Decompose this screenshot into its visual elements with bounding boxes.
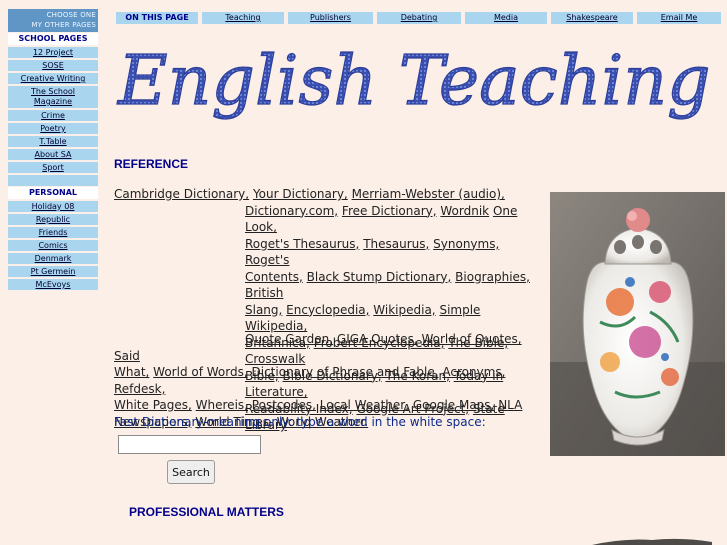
dictionary-search-button[interactable]: Search bbox=[167, 460, 215, 484]
top-navigation: ON THIS PAGE Teaching Publishers Debatin… bbox=[116, 12, 727, 25]
sidebar-item-school-magazine-line-2: Magazine bbox=[33, 97, 73, 106]
reference-line-2: Dictionary.com, Free Dictionary, Wordnik… bbox=[114, 203, 546, 236]
sidebar-item-school-magazine[interactable]: The School Magazine bbox=[8, 86, 98, 108]
sidebar-item-sose[interactable]: SOSE bbox=[8, 60, 98, 71]
lid-knob-petal bbox=[627, 211, 637, 221]
jar-blue-detail-2 bbox=[661, 353, 669, 361]
sidebar-item-poetry[interactable]: Poetry bbox=[8, 123, 98, 134]
sidebar-header: CHOOSE ONE MY OTHER PAGES bbox=[8, 9, 98, 32]
ginger-jar-photo bbox=[550, 192, 725, 456]
link-your-dictionary[interactable]: Your Dictionary, bbox=[253, 187, 348, 201]
link-encyclopedia[interactable]: Encyclopedia, bbox=[286, 303, 369, 317]
sidebar-item-crime[interactable]: Crime bbox=[8, 110, 98, 121]
link-biographies[interactable]: Biographies, bbox=[455, 270, 530, 284]
reference-line-4: Contents, Black Stump Dictionary, Biogra… bbox=[114, 269, 546, 302]
sidebar-item-about-sa[interactable]: About SA bbox=[8, 149, 98, 160]
link-dictionary-com[interactable]: Dictionary.com, bbox=[245, 204, 338, 218]
reference-heading: REFERENCE bbox=[114, 157, 189, 171]
jar-flower-4 bbox=[600, 352, 620, 372]
nav-teaching[interactable]: Teaching bbox=[202, 12, 284, 24]
link-postcodes[interactable]: Postcodes, bbox=[252, 398, 316, 412]
link-british-slang-a[interactable]: British bbox=[245, 286, 283, 300]
sidebar-item-mcevoys[interactable]: McEvoys bbox=[8, 279, 98, 290]
professional-matters-heading: PROFESSIONAL MATTERS bbox=[129, 505, 284, 519]
dictionary-search-input[interactable] bbox=[118, 435, 261, 454]
link-said-what-b[interactable]: What, bbox=[114, 365, 149, 379]
link-phrase-and-fable[interactable]: Dictionary of Phrase and Fable, bbox=[252, 365, 439, 379]
reference-line-1: Cambridge Dictionary, Your Dictionary, M… bbox=[114, 186, 546, 203]
link-cambridge-dictionary[interactable]: Cambridge Dictionary, bbox=[114, 187, 249, 201]
link-rogets-contents-b[interactable]: Contents, bbox=[245, 270, 303, 284]
link-white-pages[interactable]: White Pages, bbox=[114, 398, 192, 412]
sidebar-item-school-magazine-line-1: The School bbox=[31, 87, 75, 96]
lid-hole-2 bbox=[632, 235, 644, 249]
link-free-dictionary[interactable]: Free Dictionary, bbox=[342, 204, 437, 218]
link-world-of-words[interactable]: World of Words, bbox=[153, 365, 248, 379]
sidebar-spacer bbox=[8, 175, 98, 186]
partial-photo-shape bbox=[592, 538, 712, 545]
jar-flower-5 bbox=[661, 368, 679, 386]
sidebar-item-creative-writing[interactable]: Creative Writing bbox=[8, 73, 98, 84]
link-local-weather[interactable]: Local Weather, bbox=[320, 398, 409, 412]
lid-hole-3 bbox=[650, 240, 662, 254]
link-merriam-webster[interactable]: Merriam-Webster (audio), bbox=[352, 187, 505, 201]
nav-publishers[interactable]: Publishers bbox=[288, 12, 373, 24]
nav-media[interactable]: Media bbox=[465, 12, 547, 24]
quotes-line-2: What, World of Words, Dictionary of Phra… bbox=[114, 364, 546, 397]
link-rogets-contents-a[interactable]: Roget's bbox=[245, 253, 289, 267]
reference-line-3: Roget's Thesaurus, Thesaurus, Synonyms, … bbox=[114, 236, 546, 269]
link-synonyms[interactable]: Synonyms, bbox=[433, 237, 499, 251]
link-giga-quotes[interactable]: GIGA Quotes, bbox=[337, 332, 418, 346]
quotes-line-1: Quote Garden, GIGA Quotes, World of Quot… bbox=[114, 331, 546, 364]
sidebar-item-pt-germein[interactable]: Pt Germein bbox=[8, 266, 98, 277]
nav-shakespeare[interactable]: Shakespeare bbox=[551, 12, 633, 24]
sidebar-section-school: SCHOOL PAGES bbox=[8, 33, 98, 45]
link-wikipedia[interactable]: Wikipedia, bbox=[373, 303, 435, 317]
jar-flower-1 bbox=[606, 288, 634, 316]
nav-on-this-page: ON THIS PAGE bbox=[116, 12, 198, 24]
lid-hole-1 bbox=[614, 240, 626, 254]
sidebar: CHOOSE ONE MY OTHER PAGES SCHOOL PAGES 1… bbox=[8, 9, 98, 290]
link-wordnik[interactable]: Wordnik bbox=[440, 204, 489, 218]
quotes-line-3: White Pages, Whereis, Postcodes, Local W… bbox=[114, 397, 546, 414]
sidebar-item-ttable[interactable]: T.Table bbox=[8, 136, 98, 147]
sidebar-header-line-2: MY OTHER PAGES bbox=[31, 21, 96, 29]
link-nla-newspapers-a[interactable]: NLA bbox=[498, 398, 522, 412]
link-thesaurus[interactable]: Thesaurus, bbox=[363, 237, 429, 251]
reference-line-5: Slang, Encyclopedia, Wikipedia, Simple W… bbox=[114, 302, 546, 335]
jar-flower-2 bbox=[649, 281, 671, 303]
sidebar-header-line-1: CHOOSE ONE bbox=[46, 11, 96, 19]
link-acronyms[interactable]: Acronyms, bbox=[442, 365, 505, 379]
sidebar-item-12-project[interactable]: 12 Project bbox=[8, 47, 98, 58]
link-quote-garden[interactable]: Quote Garden, bbox=[245, 332, 333, 346]
link-google-maps[interactable]: Google Maps, bbox=[413, 398, 495, 412]
nav-debating[interactable]: Debating bbox=[377, 12, 461, 24]
sidebar-item-holiday-08[interactable]: Holiday 08 bbox=[8, 201, 98, 212]
link-rogets-thesaurus[interactable]: Roget's Thesaurus, bbox=[245, 237, 359, 251]
sidebar-section-personal: PERSONAL bbox=[8, 187, 98, 199]
partial-photo-bottom bbox=[592, 538, 712, 545]
link-black-stump-dictionary[interactable]: Black Stump Dictionary, bbox=[307, 270, 452, 284]
link-refdesk[interactable]: Refdesk, bbox=[114, 382, 165, 396]
site-logo: English Teaching bbox=[116, 41, 711, 121]
sidebar-item-denmark[interactable]: Denmark bbox=[8, 253, 98, 264]
link-said-what-a[interactable]: Said bbox=[114, 349, 140, 363]
sidebar-item-republic[interactable]: Republic bbox=[8, 214, 98, 225]
link-world-of-quotes[interactable]: World of Quotes, bbox=[421, 332, 521, 346]
link-whereis[interactable]: Whereis, bbox=[196, 398, 248, 412]
nav-email-me[interactable]: Email Me bbox=[637, 12, 721, 24]
link-british-slang-b[interactable]: Slang, bbox=[245, 303, 282, 317]
sidebar-item-comics[interactable]: Comics bbox=[8, 240, 98, 251]
sidebar-item-sport[interactable]: Sport bbox=[8, 162, 98, 173]
jar-blue-detail-1 bbox=[625, 277, 635, 287]
fast-dictionary-label: Fast Dictionary-meaning only: type a wor… bbox=[114, 415, 486, 429]
jar-flower-3 bbox=[629, 326, 661, 358]
sidebar-item-friends[interactable]: Friends bbox=[8, 227, 98, 238]
logo-text: English Teaching bbox=[116, 42, 711, 121]
